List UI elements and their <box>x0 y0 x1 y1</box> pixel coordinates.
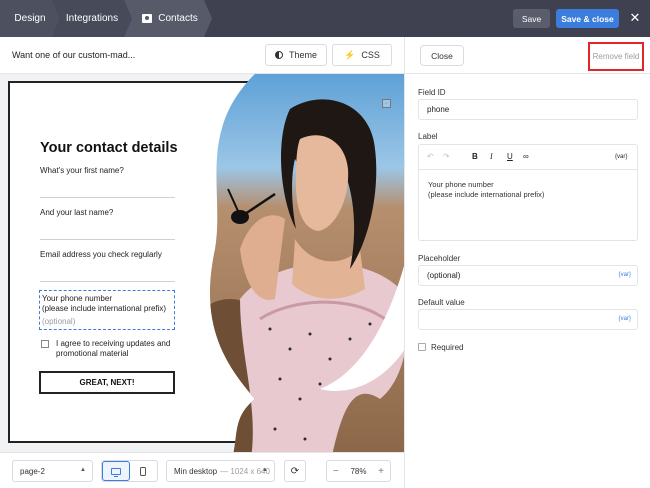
tab-integrations[interactable]: Integrations <box>52 0 132 37</box>
phone-label: Your phone number (please include intern… <box>42 294 167 313</box>
chevron-up-icon: ▲ <box>80 467 86 473</box>
remove-field-button[interactable]: Remove field <box>588 42 644 71</box>
tab-label: Contacts <box>158 13 198 24</box>
label-editor[interactable]: ↶ ↷ B I U ∞ {var} Your phone number (ple… <box>418 144 638 241</box>
form-title: Your contact details <box>40 140 178 156</box>
page-select-value: page-2 <box>20 466 45 476</box>
bolt-icon: ⚡ <box>344 49 356 60</box>
consent-label: I agree to receiving updates and promoti… <box>56 339 171 358</box>
resolution-label: Min desktop <box>174 466 218 476</box>
consent-checkbox[interactable] <box>41 340 49 348</box>
mobile-view-button[interactable] <box>130 461 157 481</box>
tab-contacts[interactable]: Contacts <box>124 0 212 37</box>
theme-label: Theme <box>288 50 317 60</box>
sync-button[interactable]: ⟳ <box>284 460 306 482</box>
sync-icon: ⟳ <box>290 465 300 477</box>
top-bar: Design Integrations Contacts Save Save &… <box>0 0 650 37</box>
canvas-toolbar: Want one of our custom-mad... Theme ⚡ CS… <box>0 37 405 74</box>
css-button[interactable]: ⚡ CSS <box>332 44 392 66</box>
link-icon[interactable]: ∞ <box>523 152 529 161</box>
mobile-icon <box>140 466 147 476</box>
variable-icon[interactable]: {var} <box>619 316 631 322</box>
placeholder-input[interactable]: (optional) {var} <box>418 265 638 286</box>
placeholder-value: (optional) <box>427 271 461 280</box>
save-and-close-button[interactable]: Save & close <box>556 9 619 28</box>
popup-preview: ▫ Your contact details What's your first… <box>8 74 404 452</box>
save-button[interactable]: Save <box>513 9 550 28</box>
phone-placeholder: (optional) <box>42 317 76 326</box>
variable-icon[interactable]: {var} <box>619 272 631 278</box>
undo-icon[interactable]: ↶ <box>427 152 434 161</box>
last-name-label: And your last name? <box>40 208 114 217</box>
theme-icon <box>274 51 283 59</box>
required-label: Required <box>431 343 464 352</box>
variable-icon[interactable]: {var} <box>615 154 627 160</box>
desktop-view-button[interactable] <box>102 461 130 481</box>
label-label: Label <box>418 132 438 141</box>
first-name-input[interactable] <box>40 197 175 198</box>
canvas-area: ▫ Your contact details What's your first… <box>0 74 405 452</box>
last-name-input[interactable] <box>40 239 175 240</box>
chevron-up-icon: ▲ <box>262 467 268 473</box>
panel-toolbar: Close Remove field <box>405 37 650 74</box>
default-value-input[interactable]: {var} <box>418 309 638 330</box>
email-input[interactable] <box>40 281 175 282</box>
tab-label: Integrations <box>65 13 119 24</box>
italic-icon[interactable]: I <box>490 152 493 161</box>
close-button[interactable]: Close <box>420 45 464 66</box>
contact-card-icon <box>142 14 153 23</box>
redo-icon[interactable]: ↷ <box>443 152 450 161</box>
device-toggle <box>101 460 158 482</box>
field-id-value: phone <box>427 105 450 114</box>
field-id-input[interactable]: phone <box>418 99 638 120</box>
field-settings-panel: Field ID phone Label ↶ ↷ B I U ∞ {var} Y… <box>405 74 650 488</box>
zoom-level: 78% <box>350 466 367 476</box>
next-button[interactable]: GREAT, NEXT! <box>39 371 175 394</box>
bottom-bar: page-2 ▲ Min desktop — 1024 x 640 ▲ ⟳ − … <box>0 452 405 488</box>
desktop-icon <box>110 467 121 477</box>
zoom-in-button[interactable]: + <box>378 466 384 477</box>
required-checkbox[interactable] <box>418 343 426 351</box>
theme-button[interactable]: Theme <box>265 44 327 66</box>
editor-toolbar: ↶ ↷ B I U ∞ {var} <box>419 145 637 170</box>
bold-icon[interactable]: B <box>472 152 478 161</box>
label-editor-text: Your phone number (please include intern… <box>428 180 545 199</box>
tab-design[interactable]: Design <box>0 0 60 37</box>
zoom-control: − 78% + <box>326 460 391 482</box>
tab-label: Design <box>14 13 46 24</box>
email-label: Email address you check regularly <box>40 250 162 259</box>
underline-icon[interactable]: U <box>507 152 513 161</box>
field-id-label: Field ID <box>418 88 446 97</box>
promo-text[interactable]: Want one of our custom-mad... <box>12 50 135 60</box>
page-select[interactable]: page-2 ▲ <box>12 460 93 482</box>
model-photo <box>209 74 404 452</box>
css-label: CSS <box>361 50 380 60</box>
default-value-label: Default value <box>418 298 465 307</box>
expand-icon[interactable]: ▫ <box>382 99 391 108</box>
resolution-select[interactable]: Min desktop — 1024 x 640 ▲ <box>166 460 275 482</box>
first-name-label: What's your first name? <box>40 166 124 175</box>
zoom-out-button[interactable]: − <box>333 466 339 477</box>
placeholder-label: Placeholder <box>418 254 461 263</box>
phone-field-selected[interactable]: Your phone number (please include intern… <box>39 290 175 330</box>
close-icon[interactable]: ✕ <box>629 11 641 24</box>
